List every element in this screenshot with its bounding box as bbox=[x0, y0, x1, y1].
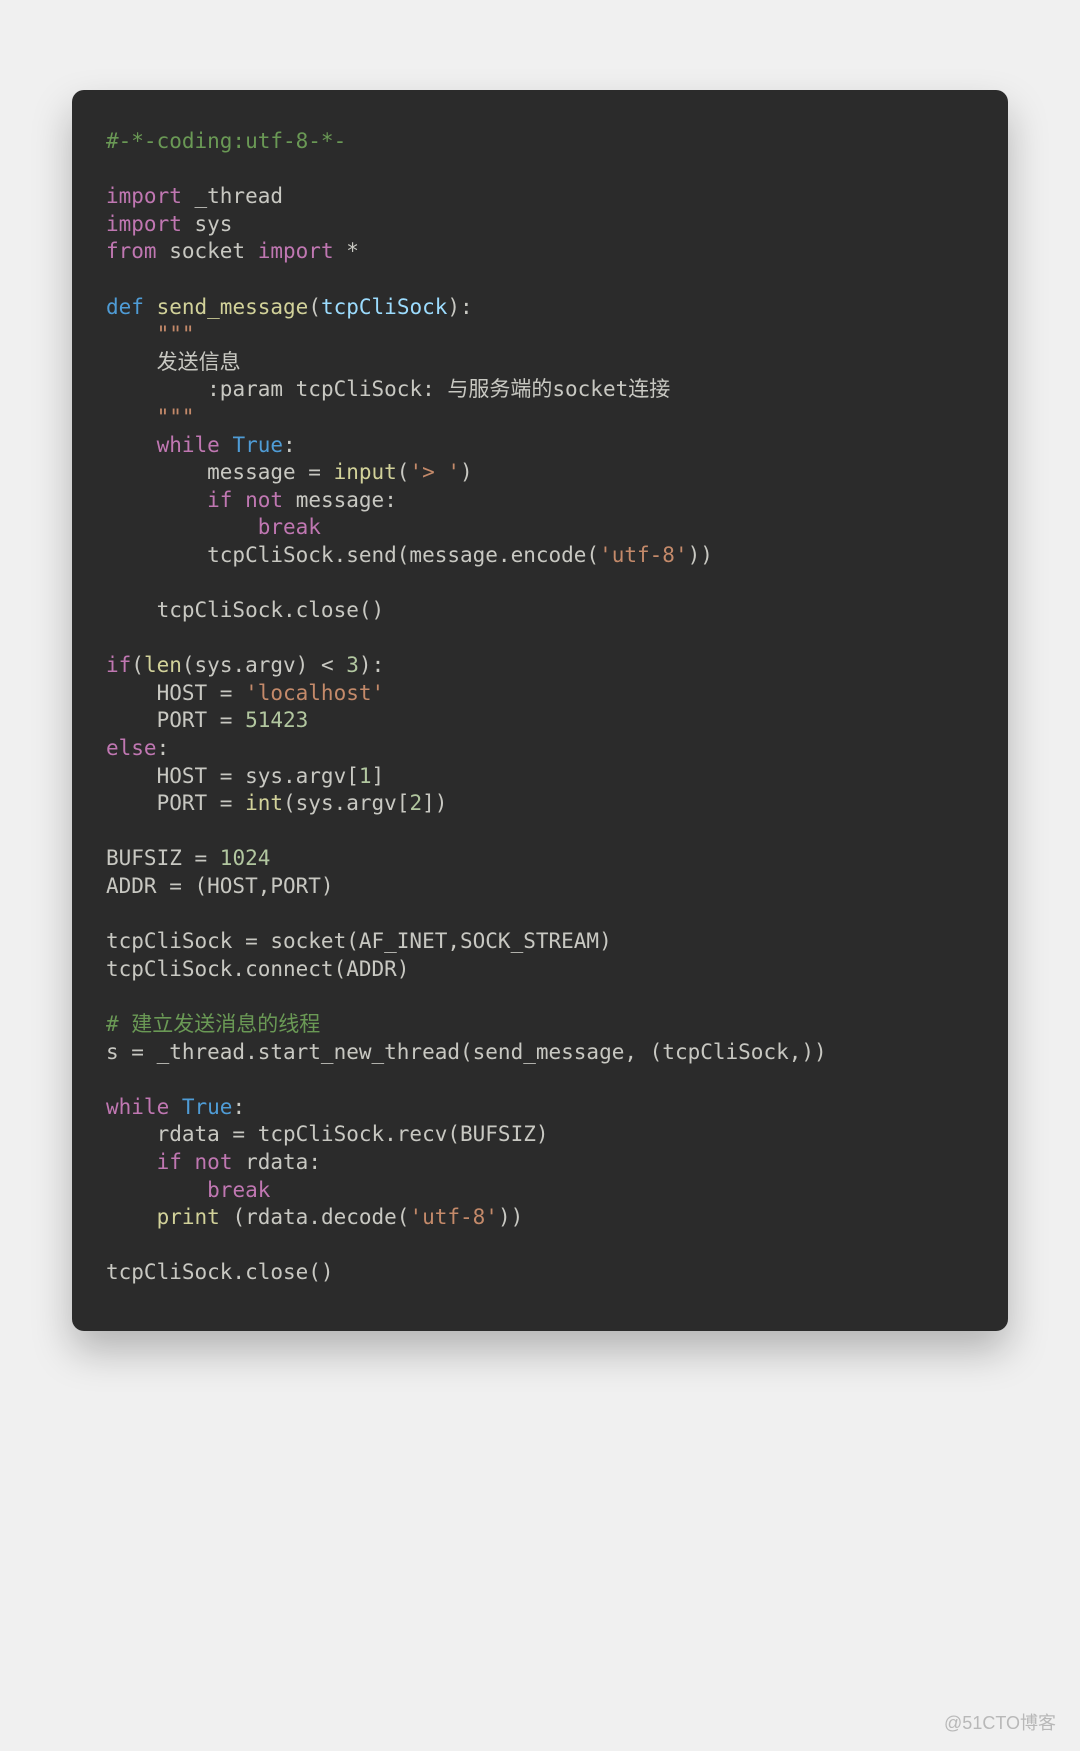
code-line: PORT = 51423 bbox=[106, 708, 308, 732]
code-line: HOST = 'localhost' bbox=[106, 681, 384, 705]
code-line: BUFSIZ = 1024 bbox=[106, 846, 270, 870]
code-line: while True: bbox=[106, 433, 296, 457]
code-line: else: bbox=[106, 736, 169, 760]
code-line: tcpCliSock.connect(ADDR) bbox=[106, 957, 409, 981]
code-line: break bbox=[106, 1178, 270, 1202]
code-line: import sys bbox=[106, 212, 232, 236]
code-line: rdata = tcpCliSock.recv(BUFSIZ) bbox=[106, 1122, 549, 1146]
code-line: :param tcpCliSock: 与服务端的socket连接 bbox=[106, 377, 670, 401]
code-block: #-*-coding:utf-8-*- import _thread impor… bbox=[72, 90, 1008, 1331]
watermark-text: @51CTO博客 bbox=[944, 1709, 1056, 1735]
code-line: import _thread bbox=[106, 184, 283, 208]
code-line: print (rdata.decode('utf-8')) bbox=[106, 1205, 523, 1229]
code-line: def send_message(tcpCliSock): bbox=[106, 295, 473, 319]
code-line: """ bbox=[106, 405, 195, 429]
code-line: if(len(sys.argv) < 3): bbox=[106, 653, 384, 677]
code-line: if not message: bbox=[106, 488, 397, 512]
code-line: tcpCliSock.close() bbox=[106, 598, 384, 622]
code-line: #-*-coding:utf-8-*- bbox=[106, 129, 346, 153]
code-line: while True: bbox=[106, 1095, 245, 1119]
code-line: if not rdata: bbox=[106, 1150, 321, 1174]
code-line: PORT = int(sys.argv[2]) bbox=[106, 791, 447, 815]
code-line: s = _thread.start_new_thread(send_messag… bbox=[106, 1040, 827, 1064]
code-line: from socket import * bbox=[106, 239, 359, 263]
code-line: tcpCliSock = socket(AF_INET,SOCK_STREAM) bbox=[106, 929, 612, 953]
code-line: tcpCliSock.send(message.encode('utf-8')) bbox=[106, 543, 713, 567]
code-line: 发送信息 bbox=[106, 350, 241, 374]
code-content: #-*-coding:utf-8-*- import _thread impor… bbox=[106, 128, 974, 1287]
code-line: # 建立发送消息的线程 bbox=[106, 1012, 320, 1036]
code-line: """ bbox=[106, 322, 195, 346]
code-line: ADDR = (HOST,PORT) bbox=[106, 874, 334, 898]
code-line: break bbox=[106, 515, 321, 539]
code-line: HOST = sys.argv[1] bbox=[106, 764, 384, 788]
code-line: message = input('> ') bbox=[106, 460, 473, 484]
code-line: tcpCliSock.close() bbox=[106, 1260, 334, 1284]
